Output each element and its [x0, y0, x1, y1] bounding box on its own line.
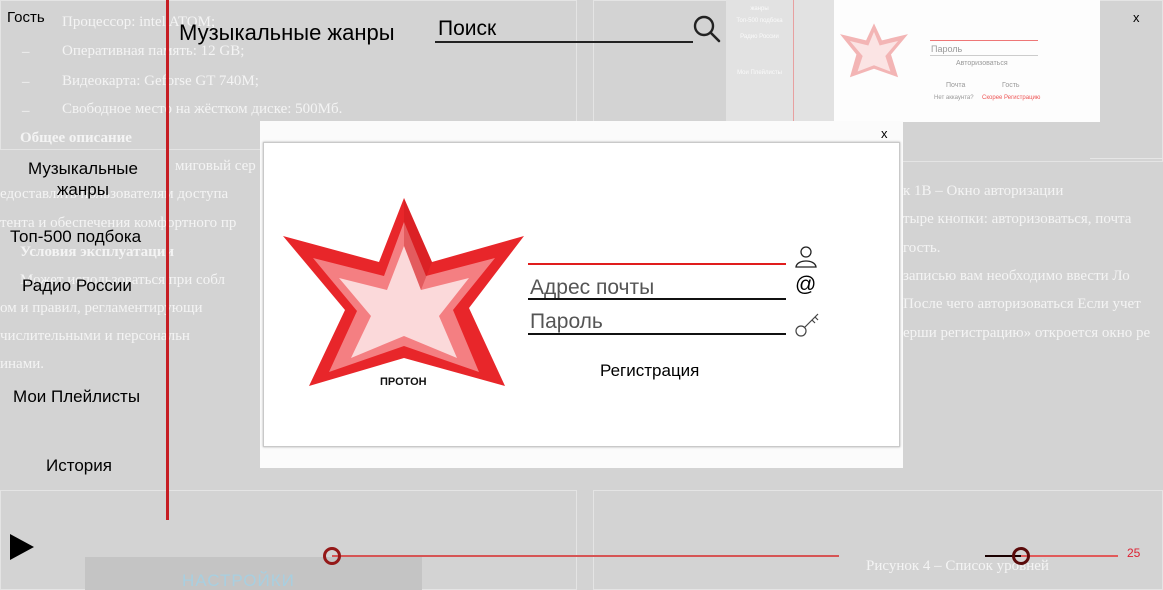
window-close-button[interactable]: x: [1133, 10, 1140, 25]
doc-text: После чего авторизоваться Если учет: [903, 296, 1141, 312]
progress-slider-handle[interactable]: [323, 547, 341, 565]
dialog-close-button[interactable]: x: [881, 126, 888, 141]
thumbnail-field-line: [930, 55, 1038, 56]
thumbnail-card: Пароль Авторизоваться Почта Гость Нет ак…: [834, 0, 1100, 122]
doc-dash: –: [22, 103, 30, 119]
password-field[interactable]: [530, 309, 782, 335]
doc-text: Видеокарта: Geforse GT 740M;: [62, 73, 259, 89]
doc-text: ом и правил, регламентирующи: [0, 300, 203, 316]
play-icon[interactable]: [10, 534, 34, 560]
thumbnail-no-account: Нет аккаунта?: [934, 95, 974, 101]
thumbnail-sidebar: жанры Топ-500 подбока Радио России Мои П…: [726, 0, 794, 122]
login-field[interactable]: [530, 236, 782, 262]
doc-heading: Общее описание: [20, 130, 132, 146]
doc-dash: –: [22, 44, 30, 60]
key-icon: [795, 313, 819, 337]
thumbnail-field-line: [930, 40, 1038, 41]
guest-label[interactable]: Гость: [7, 9, 45, 26]
auth-window-thumbnail: жанры Топ-500 подбока Радио России Мои П…: [726, 0, 1100, 122]
search-icon[interactable]: [692, 14, 722, 44]
doc-text: миговый сер: [175, 158, 256, 174]
sidebar-item-playlists[interactable]: Мои Плейлисты: [13, 387, 140, 407]
doc-text: к 1В – Окно авторизации: [903, 183, 1064, 199]
doc-rule: [1090, 158, 1163, 159]
doc-text: Свободное место на жёстком диске: 500Мб.: [62, 101, 343, 117]
logo-text: ПРОТОН: [380, 376, 427, 388]
sidebar-item-top500[interactable]: Топ-500 подбока: [10, 227, 141, 247]
page-title: Музыкальные жанры: [179, 20, 395, 45]
register-link[interactable]: Регистрация: [600, 361, 699, 381]
doc-panel: [593, 490, 1163, 590]
password-field-underline: [528, 333, 786, 335]
sidebar-item-radio[interactable]: Радио России: [22, 276, 132, 296]
thumbnail-sidebar-item: Радио России: [740, 34, 779, 40]
thumbnail-sidebar-item: жанры: [750, 6, 769, 12]
email-field-underline: [528, 298, 786, 300]
thumbnail-sidebar-item: Топ-500 подбока: [736, 18, 783, 24]
doc-text: записью вам необходимо ввести Ло: [903, 268, 1130, 284]
thumbnail-mail: Почта: [946, 82, 966, 89]
doc-text: тыре кнопки: авторизоваться, почта: [903, 211, 1132, 227]
doc-text: гость.: [903, 240, 941, 256]
progress-track[interactable]: [332, 555, 839, 557]
thumbnail-register: Скорее Регистрацию: [982, 95, 1041, 101]
sidebar-item-genres[interactable]: Музыкальные жанры: [20, 158, 146, 200]
sidebar-divider: [166, 0, 169, 520]
doc-text: ерши регистрацию» откроется окно ре: [903, 325, 1151, 341]
thumbnail-sidebar-item: Мои Плейлисты: [737, 70, 782, 76]
thumbnail-star-logo: [840, 23, 908, 78]
at-icon: @: [795, 273, 817, 296]
proton-star-logo: ПРОТОН: [283, 198, 524, 388]
user-icon: [795, 246, 817, 268]
doc-text: инами.: [0, 356, 44, 372]
sidebar-item-history[interactable]: История: [46, 456, 112, 476]
thumbnail-password: Пароль: [931, 44, 963, 54]
doc-text: числительными и персональн: [0, 328, 190, 344]
search-bar: [435, 17, 693, 43]
login-field-underline: [528, 263, 786, 265]
volume-track[interactable]: [1021, 555, 1118, 557]
settings-thumbnail-label: НАСТРОЙКИ: [182, 571, 295, 590]
search-input[interactable]: [435, 17, 693, 41]
thumbnail-guest: Гость: [1002, 82, 1020, 89]
volume-value: 25: [1127, 546, 1141, 560]
settings-thumbnail: НАСТРОЙКИ: [85, 557, 422, 590]
thumbnail-login-button: Авторизоваться: [956, 60, 1008, 67]
doc-dash: –: [22, 74, 30, 90]
